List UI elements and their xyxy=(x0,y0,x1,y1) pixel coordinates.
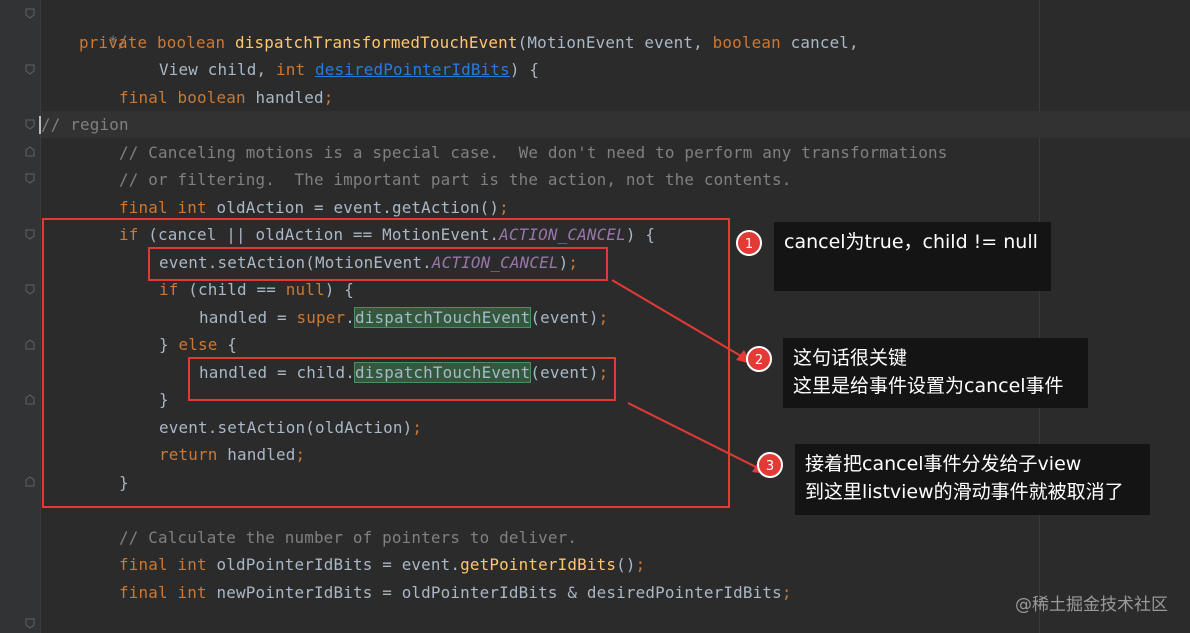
annotation-callout-1: cancel为true，child != null xyxy=(774,222,1051,291)
annotation-badge-1: 1 xyxy=(736,230,762,256)
callout-text: 这句话很关键 xyxy=(793,347,908,369)
annotation-arrows xyxy=(611,279,768,474)
annotation-badge-2: 2 xyxy=(746,346,772,372)
callout-text: 接着把cancel事件分发给子view xyxy=(805,453,1082,475)
annotation-callout-2: 这句话很关键 这里是给事件设置为cancel事件 xyxy=(783,338,1088,408)
callout-text: 这里是给事件设置为cancel事件 xyxy=(793,375,1064,397)
annotation-badge-3: 3 xyxy=(757,452,783,478)
arrow-line-2 xyxy=(611,279,747,360)
callout-text: 到这里listview的滑动事件就被取消了 xyxy=(805,481,1124,503)
annotation-callout-3: 接着把cancel事件分发给子view 到这里listview的滑动事件就被取消… xyxy=(795,444,1150,515)
arrow-line-3 xyxy=(627,402,763,471)
callout-text: cancel为true，child != null xyxy=(784,231,1038,253)
watermark: @稀土掘金技术社区 xyxy=(1015,595,1168,615)
